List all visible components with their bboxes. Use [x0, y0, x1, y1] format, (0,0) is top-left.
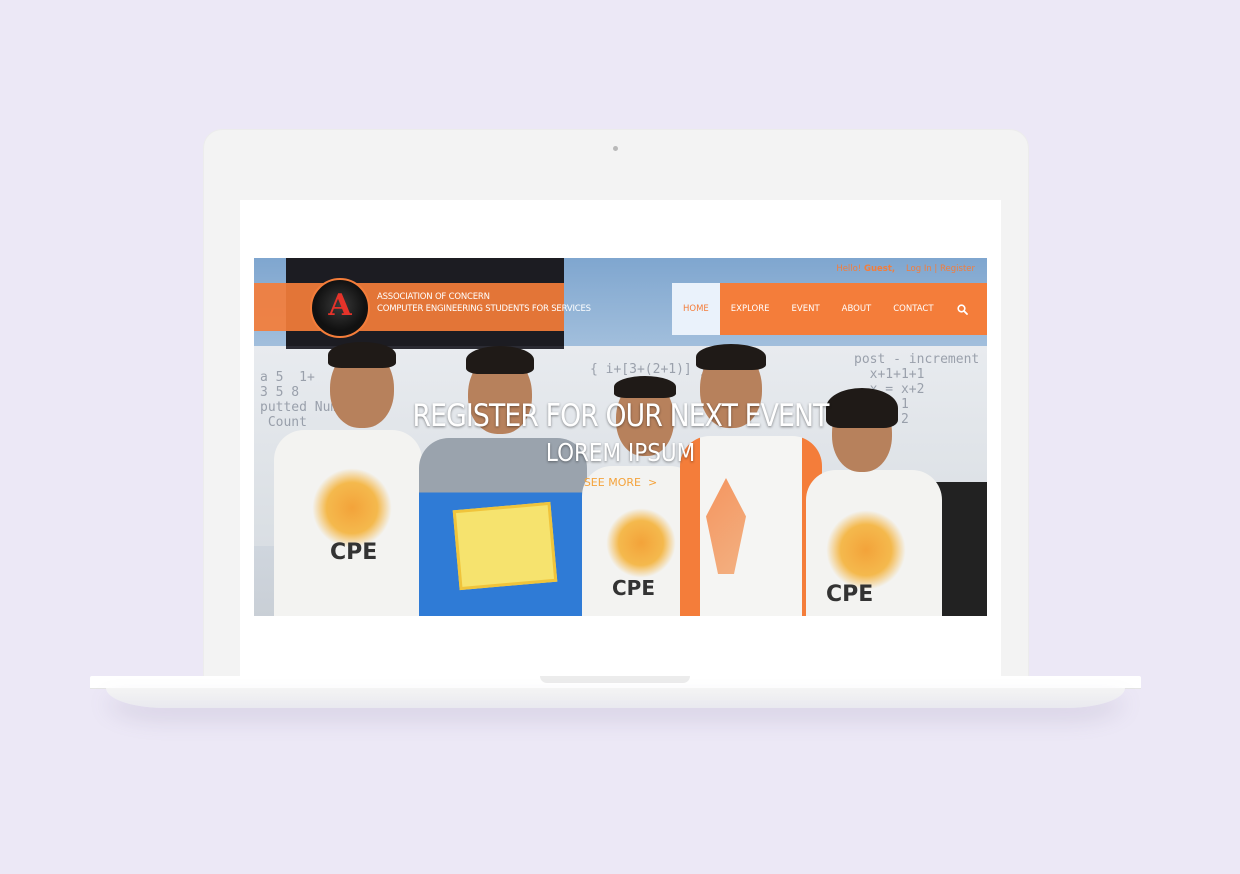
search-button[interactable] — [945, 283, 980, 335]
whiteboard-scribble: { i+[3+(2+1)] } — [590, 362, 708, 377]
nav-about[interactable]: ABOUT — [831, 283, 883, 335]
nav-home[interactable]: HOME — [672, 283, 720, 335]
search-icon — [956, 303, 968, 315]
main-nav: HOME EXPLORE EVENT ABOUT CONTACT — [672, 283, 987, 335]
hero-subline: LOREM IPSUM — [545, 438, 696, 467]
org-logo[interactable]: A — [310, 278, 370, 338]
org-name-line2: COMPUTER ENGINEERING STUDENTS FOR SERVIC… — [377, 304, 591, 314]
user-topbar: Hello! Guest, Log In | Register — [836, 264, 975, 274]
nav-event[interactable]: EVENT — [781, 283, 831, 335]
login-link[interactable]: Log In — [906, 264, 932, 274]
greeting-text: Hello! — [836, 264, 862, 274]
see-more-link[interactable]: SEE MORE > — [254, 476, 987, 489]
topbar-separator: | — [934, 264, 938, 274]
laptop-base-bottom — [106, 688, 1125, 708]
register-link[interactable]: Register — [940, 264, 975, 274]
nav-explore[interactable]: EXPLORE — [720, 283, 781, 335]
hero-banner: a 5 1+ 3 5 8 putted Num Count post - inc… — [254, 258, 987, 616]
laptop-notch — [540, 676, 690, 683]
org-name-line1: ASSOCIATION OF CONCERN — [377, 292, 490, 302]
see-more-label: SEE MORE — [583, 476, 641, 489]
username-text: Guest, — [863, 264, 896, 274]
logo-letter: A — [328, 288, 352, 323]
hero-headline: REGISTER FOR OUR NEXT EVENT — [412, 398, 829, 434]
chevron-right-icon: > — [647, 476, 658, 489]
nav-contact[interactable]: CONTACT — [882, 283, 944, 335]
camera-dot — [613, 146, 618, 151]
org-name[interactable]: ASSOCIATION OF CONCERN COMPUTER ENGINEER… — [377, 291, 591, 315]
